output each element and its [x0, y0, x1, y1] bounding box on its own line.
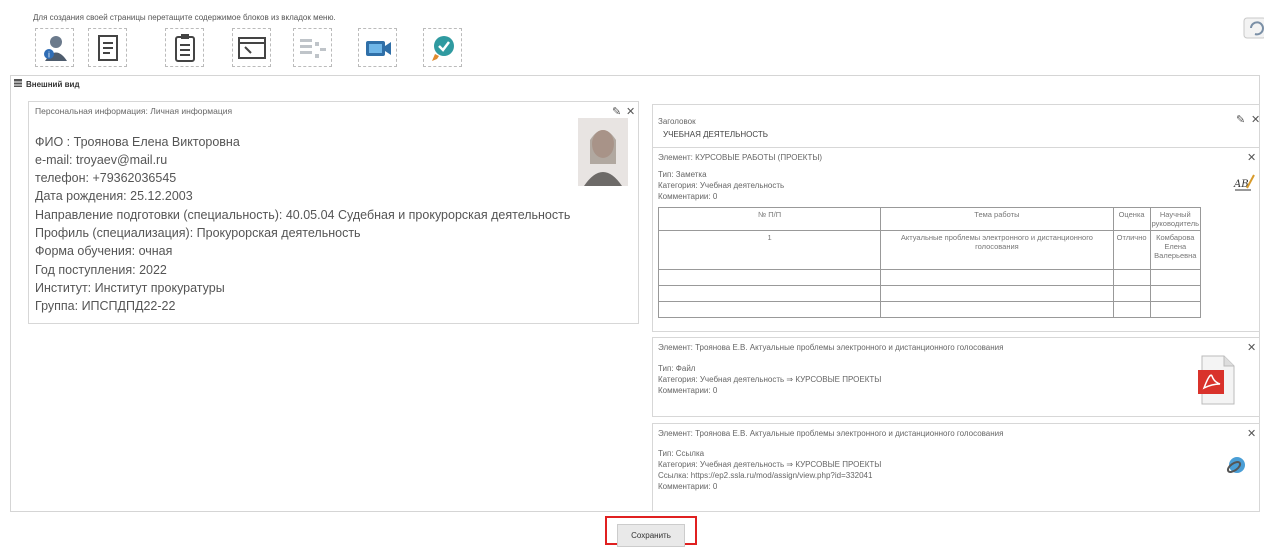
- table-cell: Комбарова Елена Валерьевна: [1149, 230, 1202, 270]
- link-title: Элемент: Троянова Е.В. Актуальные пробле…: [658, 429, 1004, 438]
- coursework-type: Тип: Заметка: [658, 170, 707, 179]
- window-icon[interactable]: [232, 28, 271, 67]
- link-element-panel: Элемент: Троянова Е.В. Актуальные пробле…: [652, 423, 1260, 512]
- clipboard-icon[interactable]: [165, 28, 204, 67]
- note-icon: AB: [1233, 173, 1255, 196]
- instruction-text: Для создания своей страницы перетащите с…: [33, 13, 336, 22]
- save-button-highlight: Сохранить: [605, 516, 697, 547]
- info-line-institute: Институт: Институт прокуратуры: [35, 281, 225, 295]
- info-line-group: Группа: ИПСПДПД22-22: [35, 299, 176, 313]
- table-cell: [657, 301, 882, 318]
- table-header-cell: Оценка: [1112, 207, 1151, 231]
- table-header-cell: № П/П: [657, 207, 882, 231]
- close-icon[interactable]: ✕: [626, 105, 635, 118]
- table-header-cell: Научный руководитель: [1149, 207, 1202, 231]
- table-cell: [657, 269, 882, 286]
- table-icon[interactable]: [293, 28, 332, 67]
- refresh-icon[interactable]: [1243, 17, 1264, 39]
- table-cell: [880, 301, 1114, 318]
- pdf-icon[interactable]: [1196, 354, 1236, 409]
- file-type: Тип: Файл: [658, 364, 696, 373]
- link-type: Тип: Ссылка: [658, 449, 705, 458]
- svg-text:i: i: [47, 50, 49, 59]
- info-line-fio: ФИО : Троянова Елена Викторовна: [35, 135, 240, 149]
- link-url[interactable]: Ссылка: https://ep2.ssla.ru/mod/assign/v…: [658, 470, 872, 481]
- table-cell: [880, 285, 1114, 302]
- table-row: [657, 285, 1202, 302]
- file-element-panel: Элемент: Троянова Е.В. Актуальные пробле…: [652, 337, 1260, 417]
- close-icon[interactable]: ✕: [1247, 427, 1256, 440]
- heading-panel: [652, 104, 1260, 149]
- table-cell: [1149, 301, 1202, 318]
- info-line-direction: Направление подготовки (специальность): …: [35, 208, 571, 222]
- info-line-phone: телефон: +79362036545: [35, 171, 177, 185]
- grid-icon: [14, 79, 22, 89]
- table-row: [657, 301, 1202, 318]
- document-icon[interactable]: [88, 28, 127, 67]
- coursework-title: Элемент: КУРСОВЫЕ РАБОТЫ (ПРОЕКТЫ): [658, 153, 823, 162]
- close-icon[interactable]: ✕: [1247, 151, 1256, 164]
- link-icon[interactable]: [1225, 454, 1247, 479]
- table-cell: Актуальные проблемы электронного и диста…: [880, 230, 1114, 270]
- info-line-study-form: Форма обучения: очная: [35, 244, 173, 258]
- file-comments: Комментарии: 0: [658, 386, 718, 395]
- info-line-profile: Профиль (специализация): Прокурорская де…: [35, 226, 361, 240]
- achievement-icon[interactable]: [423, 28, 462, 67]
- table-cell: Отлично: [1112, 230, 1151, 270]
- table-row: 1 Актуальные проблемы электронного и дис…: [657, 230, 1202, 270]
- table-cell: [1149, 269, 1202, 286]
- edit-icon[interactable]: ✎: [612, 105, 621, 118]
- link-comments: Комментарии: 0: [658, 482, 718, 491]
- info-line-email: e-mail: troyaev@mail.ru: [35, 153, 168, 167]
- table-cell: 1: [657, 230, 882, 270]
- coursework-table: № П/П Тема работы Оценка Научный руковод…: [657, 207, 1202, 318]
- table-cell: [1112, 285, 1151, 302]
- coursework-category: Категория: Учебная деятельность: [658, 181, 785, 190]
- info-line-enroll-year: Год поступления: 2022: [35, 263, 167, 277]
- coursework-panel: Элемент: КУРСОВЫЕ РАБОТЫ (ПРОЕКТЫ) ✕ Тип…: [652, 147, 1260, 332]
- user-info-icon[interactable]: i: [35, 28, 74, 67]
- table-cell: [880, 269, 1114, 286]
- user-photo: [578, 118, 628, 186]
- table-header-row: № П/П Тема работы Оценка Научный руковод…: [657, 207, 1202, 231]
- file-category: Категория: Учебная деятельность ⇒ КУРСОВ…: [658, 375, 882, 384]
- table-header-cell: Тема работы: [880, 207, 1114, 231]
- close-icon[interactable]: ✕: [1247, 341, 1256, 354]
- table-row: [657, 269, 1202, 286]
- info-line-birthdate: Дата рождения: 25.12.2003: [35, 189, 193, 203]
- coursework-comments: Комментарии: 0: [658, 192, 718, 201]
- svg-text:AB: AB: [1233, 179, 1249, 190]
- personal-info-panel: Персональная информация: Личная информац…: [28, 101, 639, 324]
- save-button[interactable]: Сохранить: [617, 524, 685, 547]
- table-cell: [657, 285, 882, 302]
- panel-title: Персональная информация: Личная информац…: [35, 106, 233, 116]
- table-cell: [1112, 301, 1151, 318]
- link-category: Категория: Учебная деятельность ⇒ КУРСОВ…: [658, 460, 882, 469]
- view-title: Внешний вид: [14, 79, 80, 89]
- video-icon[interactable]: [358, 28, 397, 67]
- table-cell: [1112, 269, 1151, 286]
- file-title: Элемент: Троянова Е.В. Актуальные пробле…: [658, 343, 1004, 352]
- table-cell: [1149, 285, 1202, 302]
